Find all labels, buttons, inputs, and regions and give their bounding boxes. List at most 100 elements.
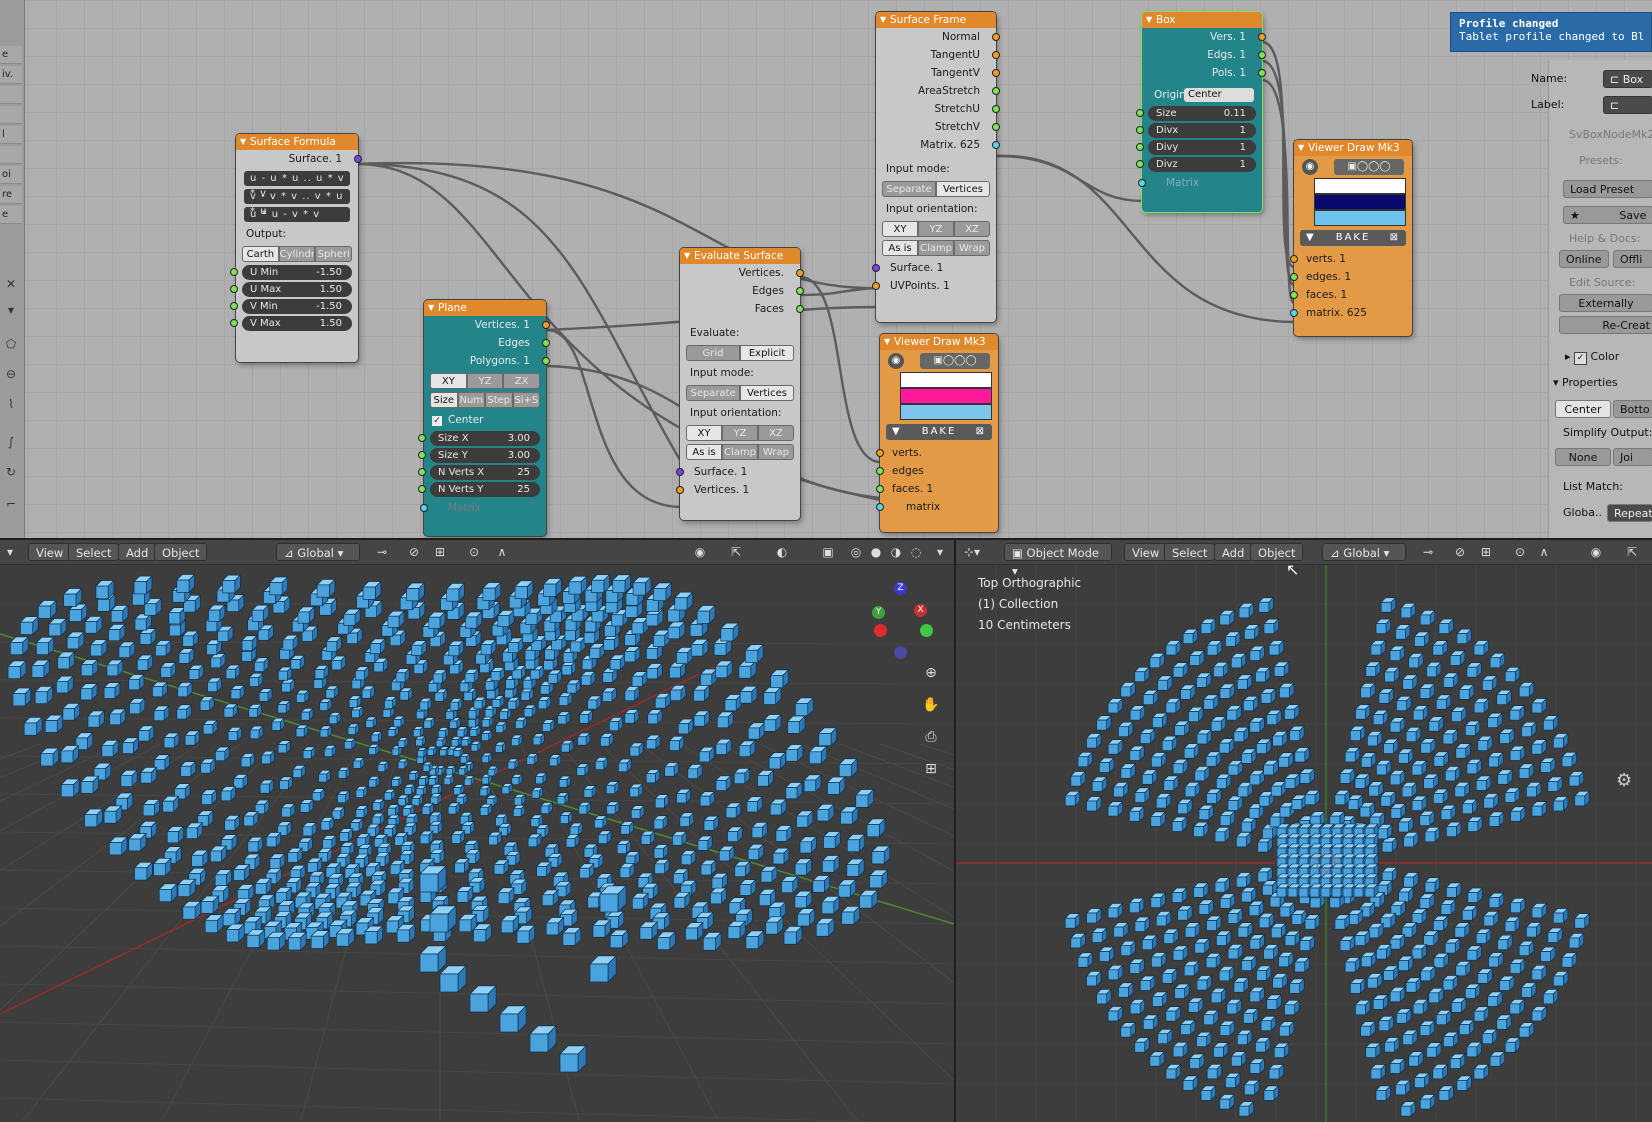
view-menu[interactable]: View [28,543,72,561]
socket[interactable] [992,87,1000,95]
axis-button[interactable]: ZX [503,373,541,389]
socket[interactable] [418,485,426,493]
circle-tool-icon[interactable]: ⊖ [3,366,19,382]
checkbox-icon[interactable]: ✓ [1574,352,1588,365]
explicit-button[interactable]: Explicit [740,345,794,361]
bake-button[interactable]: ▼ BAKE ⊠ [1300,230,1406,246]
node-header[interactable]: ▼ Box [1142,12,1262,28]
socket[interactable] [418,434,426,442]
edge-color-swatch[interactable] [1314,194,1406,210]
vertices-button[interactable]: Vertices [740,385,794,401]
load-preset-button[interactable]: Load Preset [1563,180,1652,198]
number-field[interactable]: U Max 1.50 [230,282,352,297]
select-menu[interactable]: Select [68,543,120,561]
gizmo-neg-x[interactable] [874,624,887,637]
socket[interactable] [992,105,1000,113]
clamp-button[interactable]: Clamp [918,240,954,256]
socket[interactable] [418,451,426,459]
axis-button[interactable]: XY [686,425,722,441]
pivot-icon[interactable]: ⊸ [372,543,392,561]
falloff-icon[interactable]: ∧ [1534,543,1554,561]
gizmo-y-axis[interactable]: Y [872,606,885,619]
coord-button[interactable]: Cylindr [278,246,316,262]
clamp-button[interactable]: Wrap [758,444,794,460]
offline-button[interactable]: Offli [1613,250,1652,268]
dropdown-icon[interactable]: ▾ [3,302,19,318]
node-header[interactable]: ▼ Surface Formula [236,134,358,150]
toolbar-tab[interactable] [0,106,22,124]
view-menu[interactable]: View [1124,543,1168,561]
settings-icon[interactable]: ⊠ [976,424,986,440]
separate-button[interactable]: Separate [686,385,740,401]
evaluate-surface-node[interactable]: ▼ Evaluate Surface Vertices. Edges Faces … [676,248,804,520]
axis-button[interactable]: XZ [954,221,990,237]
socket[interactable] [542,321,550,329]
online-button[interactable]: Online [1559,250,1609,268]
socket[interactable] [992,33,1000,41]
number-field[interactable]: Divz 1 [1136,157,1256,172]
settings-icon[interactable]: ⊠ [1390,230,1400,246]
clamp-button[interactable]: As is [686,444,722,460]
eye-icon[interactable]: ◉ [1302,159,1318,175]
node-header[interactable]: ▼ Viewer Draw Mk3 [1294,140,1412,156]
socket[interactable] [876,467,884,475]
viewer-draw-node[interactable]: ▼ Viewer Draw Mk3 ◉ ▣◯◯◯ ▼ BAKE ⊠ verts. ed… [876,334,998,532]
socket[interactable] [992,123,1000,131]
snap-icon[interactable]: ⊘ [1450,543,1470,561]
display-mode-icons[interactable]: ▣◯◯◯ [1334,159,1404,175]
socket[interactable] [1290,273,1298,281]
socket[interactable] [418,468,426,476]
node-editor[interactable]: e iv. l oi re e ✕ ▾ ⬠ ⊖ ⌇ ∫ ↻ ⌐ ▼ Surfac… [0,0,1652,538]
node-header[interactable]: ▼ Viewer Draw Mk3 [880,334,998,350]
notification-popup[interactable]: Profile changed Tablet profile changed t… [1450,12,1652,52]
gizmo-z-axis[interactable]: Z [894,582,907,595]
orientation-dropdown[interactable]: ⊿ Global ▾ [1322,543,1406,561]
axis-button[interactable]: XY [430,373,467,389]
clamp-button[interactable]: Wrap [954,240,990,256]
origin-dropdown[interactable]: Center [1184,88,1254,102]
coord-button[interactable]: Carth [242,246,279,262]
mode-button[interactable]: Num [457,392,485,408]
socket[interactable] [992,141,1000,149]
add-menu[interactable]: Add [118,543,157,561]
eye-icon[interactable]: ◉ [888,353,904,369]
toolbar-tab[interactable]: l [0,126,22,144]
vertices-button[interactable]: Vertices [936,181,990,197]
overlay-icon[interactable]: ◐ [772,543,792,561]
bottom-button[interactable]: Botto [1613,400,1652,418]
camera-icon[interactable]: ⎙ [920,726,942,748]
surface-formula-node[interactable]: ▼ Surface Formula Surface. 1 u - u * u ..… [230,134,362,362]
proportional-icon[interactable]: ⊙ [1510,543,1530,561]
toolbar-tab[interactable] [0,86,22,104]
node-header[interactable]: ▼ Plane [424,300,546,316]
socket[interactable] [542,357,550,365]
axis-button[interactable]: YZ [722,425,758,441]
collapse-icon[interactable]: ▾ [1553,376,1559,389]
select-tool-icon[interactable]: ⬠ [3,336,19,352]
socket[interactable] [796,305,804,313]
formula-field[interactable]: u - u * u .. u * v * v [244,171,350,199]
gizmo-icon[interactable]: ⇱ [1622,543,1642,561]
name-field[interactable]: ⊏ Box [1603,70,1652,88]
viewer-draw-node[interactable]: ▼ Viewer Draw Mk3 ◉ ▣◯◯◯ ▼ BAKE ⊠ verts. 1 … [1290,140,1412,336]
socket[interactable] [230,302,238,310]
clamp-button[interactable]: Clamp [722,444,758,460]
number-field[interactable]: Divy 1 [1136,140,1256,155]
checkbox-icon[interactable]: ✓ [432,416,442,426]
lasso-tool-icon[interactable]: ⌇ [3,396,19,412]
loop-tool-icon[interactable]: ↻ [3,464,19,480]
vertex-color-swatch[interactable] [900,372,992,388]
cut-tool-icon[interactable]: ∫ [3,434,19,450]
socket[interactable] [876,503,884,511]
node-header[interactable]: ▼ Surface Frame [876,12,996,28]
toolbar-tab[interactable]: iv. [0,66,22,84]
node-header[interactable]: ▼ Evaluate Surface [680,248,800,264]
box-node[interactable]: ▼ Box Vers. 1 Edgs. 1 Pols. 1 Origin Cente… [1136,12,1266,212]
number-field[interactable]: V Min -1.50 [230,299,352,314]
toolbar-tab[interactable] [0,146,22,164]
number-field[interactable]: N Verts X 25 [418,465,540,480]
mode-dropdown[interactable]: ▣ Object Mode ▾ [1004,543,1112,578]
socket[interactable] [1258,33,1266,41]
toolbar-tab[interactable]: re [0,186,22,204]
editor-type-icon[interactable]: ▾ [0,543,20,561]
